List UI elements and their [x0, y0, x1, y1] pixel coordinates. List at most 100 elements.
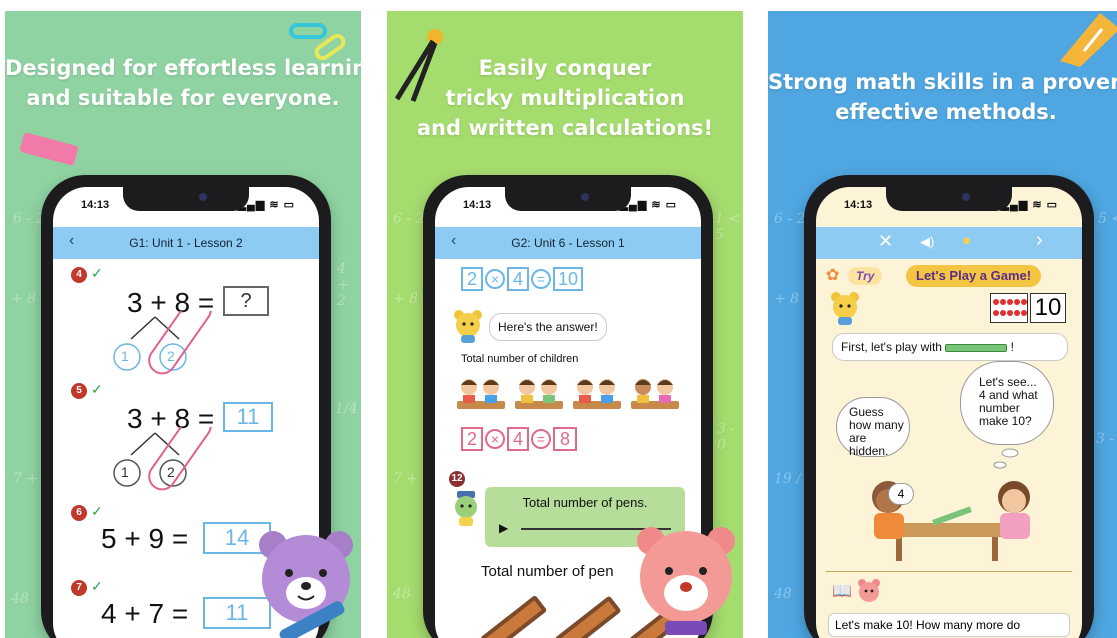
- game-banner: ✿ Try Let's Play a Game!: [826, 265, 1072, 287]
- bubble-line: make 10?: [979, 414, 1032, 428]
- chalk-doodle: 48: [11, 591, 29, 607]
- status-time: 14:13: [844, 199, 873, 211]
- speaker-icon[interactable]: ◀): [920, 234, 934, 250]
- lesson-title: G1: Unit 1 - Lesson 2: [129, 236, 243, 250]
- next-chevron-icon[interactable]: ›: [1036, 229, 1043, 252]
- chalk-doodle: + 8: [774, 291, 800, 307]
- chalk-doodle: 1/4: [335, 401, 358, 417]
- counting-bar-icon: [945, 343, 1008, 352]
- equation-box: 10: [553, 267, 583, 291]
- pink-bear-avatar: [858, 579, 880, 602]
- headline-3: Strong math skills in a proven effective…: [768, 67, 1117, 127]
- number-card: 4: [888, 483, 914, 505]
- chalk-doodle: 1 < 5: [715, 211, 741, 243]
- chalk-doodle: 6 - 2: [774, 211, 806, 227]
- chalk-doodle: 6 - 2: [13, 211, 45, 227]
- lesson-nav-bar: ‹ G2: Unit 6 - Lesson 1: [435, 227, 701, 259]
- instruction-text: First, let's play with: [841, 340, 942, 354]
- operator-circle: =: [531, 429, 551, 449]
- phone-mockup: 14:13 ▂▄▆ ≋ ▭ ✕ ◀) ● › ✿ Try Let's Play …: [804, 175, 1094, 638]
- headline-line: Strong math skills in a proven: [768, 70, 1117, 94]
- promo-panel-2: 6 - 2 + 8 7 + 5 48 1 < 5 3 - 0 Easily co…: [387, 11, 743, 638]
- bond-value: 1: [121, 464, 129, 480]
- headline-line: and suitable for everyone.: [26, 86, 340, 110]
- number-bond-lines: [113, 311, 212, 375]
- chalk-doodle: 4 + 2: [337, 261, 349, 309]
- problem-number-badge: 7: [71, 580, 87, 596]
- chalk-doodle: 3 -: [1096, 431, 1115, 447]
- pink-bear-mascot: [637, 527, 735, 635]
- headline-line: effective methods.: [835, 100, 1057, 124]
- game-title: Let's Play a Game!: [906, 265, 1042, 287]
- chalk-doodle: 3 - 0: [717, 421, 736, 453]
- close-icon[interactable]: ✕: [878, 231, 893, 252]
- ten-frame: [990, 293, 1028, 323]
- operator-circle: ×: [485, 269, 505, 289]
- bear-hint-icon[interactable]: ●: [962, 232, 971, 249]
- check-icon: ✓: [91, 503, 103, 519]
- try-badge: Try: [848, 267, 883, 285]
- prompt-text: Let's make 10! How many more do: [828, 613, 1070, 637]
- divider: [826, 571, 1072, 572]
- children-at-table-illustration: [872, 481, 1030, 561]
- chalk-doodle: + 8: [393, 291, 419, 307]
- equation-box: 4: [507, 267, 529, 291]
- problem-number-badge: 4: [71, 267, 87, 283]
- game-nav-bar: ✕ ◀) ● ›: [816, 227, 1082, 259]
- problem-number-badge: 6: [71, 505, 87, 521]
- lesson-title: G2: Unit 6 - Lesson 1: [511, 236, 625, 250]
- status-time: 14:13: [463, 199, 492, 211]
- lesson-nav-bar: ‹ G1: Unit 1 - Lesson 2: [53, 227, 319, 259]
- flower-icon: ✿: [826, 267, 840, 284]
- operator-circle: ×: [485, 429, 505, 449]
- headline-line: Designed for effortless learning: [5, 56, 361, 80]
- audio-prompt-text: Total number of pens.: [522, 495, 648, 510]
- green-bear-avatar: [455, 491, 477, 526]
- equation-box: 8: [553, 427, 577, 451]
- instruction-bubble: First, let's play with !: [832, 333, 1068, 361]
- phone-notch: [505, 187, 631, 211]
- section-label: Total number of pen: [481, 563, 614, 580]
- check-icon: ✓: [91, 265, 103, 281]
- bond-value: 2: [167, 348, 175, 364]
- number-bond-lines: [113, 427, 212, 491]
- phone-screen: 14:13 ▂▄▆ ≋ ▭ ✕ ◀) ● › ✿ Try Let's Play …: [816, 187, 1082, 638]
- book-pencil-icon: 📖: [832, 583, 852, 600]
- bond-value: 2: [167, 464, 175, 480]
- check-icon: ✓: [91, 381, 103, 397]
- children-on-benches-illustration: [457, 379, 679, 409]
- chalk-doodle: 48: [393, 586, 411, 602]
- equation-box: 2: [461, 267, 483, 291]
- bubble-line: are hidden.: [849, 431, 889, 458]
- phone-notch: [886, 187, 1012, 211]
- purple-bear-mascot: [259, 531, 353, 638]
- headline-line: tricky multiplication: [445, 86, 685, 110]
- equation-row: 2 × 4 = 10: [461, 267, 671, 295]
- section-label: Total number of children: [461, 353, 579, 365]
- ten-frame-dots: [993, 299, 1027, 316]
- operator-circle: =: [531, 269, 551, 289]
- problem-number-badge: 12: [449, 471, 465, 487]
- bond-value: 1: [121, 348, 129, 364]
- protractor-icon: [1060, 13, 1117, 67]
- phone-notch: [123, 187, 249, 211]
- chalk-doodle: 48: [774, 586, 792, 602]
- instruction-text: !: [1010, 340, 1015, 354]
- headline-line: and written calculations!: [416, 116, 714, 140]
- problem-number-badge: 5: [71, 383, 87, 399]
- headline-2: Easily conquer tricky multiplication and…: [387, 53, 743, 143]
- counter-value: 10: [1030, 293, 1066, 323]
- equation-row: 2 × 4 = 8: [461, 427, 611, 455]
- chalk-doodle: 5 <: [1098, 211, 1117, 227]
- speech-bubble: Here's the answer!: [489, 313, 607, 341]
- headline-line: Easily conquer: [478, 56, 652, 80]
- equation-text: 5 + 9 =: [101, 523, 189, 554]
- lets-see-bubble: Let's see... 4 and what number make 10?: [960, 361, 1054, 445]
- play-icon[interactable]: ▶: [499, 521, 508, 535]
- equation-box: 2: [461, 427, 483, 451]
- promo-panel-3: 6 - 2 + 8 19 / 1 48 5 < 3 - Strong math …: [768, 11, 1117, 638]
- headline-1: Designed for effortless learning and sui…: [5, 53, 361, 113]
- equation-box: 4: [507, 427, 529, 451]
- equation-text: 4 + 7 =: [101, 598, 189, 629]
- yellow-bear-avatar: [454, 310, 482, 343]
